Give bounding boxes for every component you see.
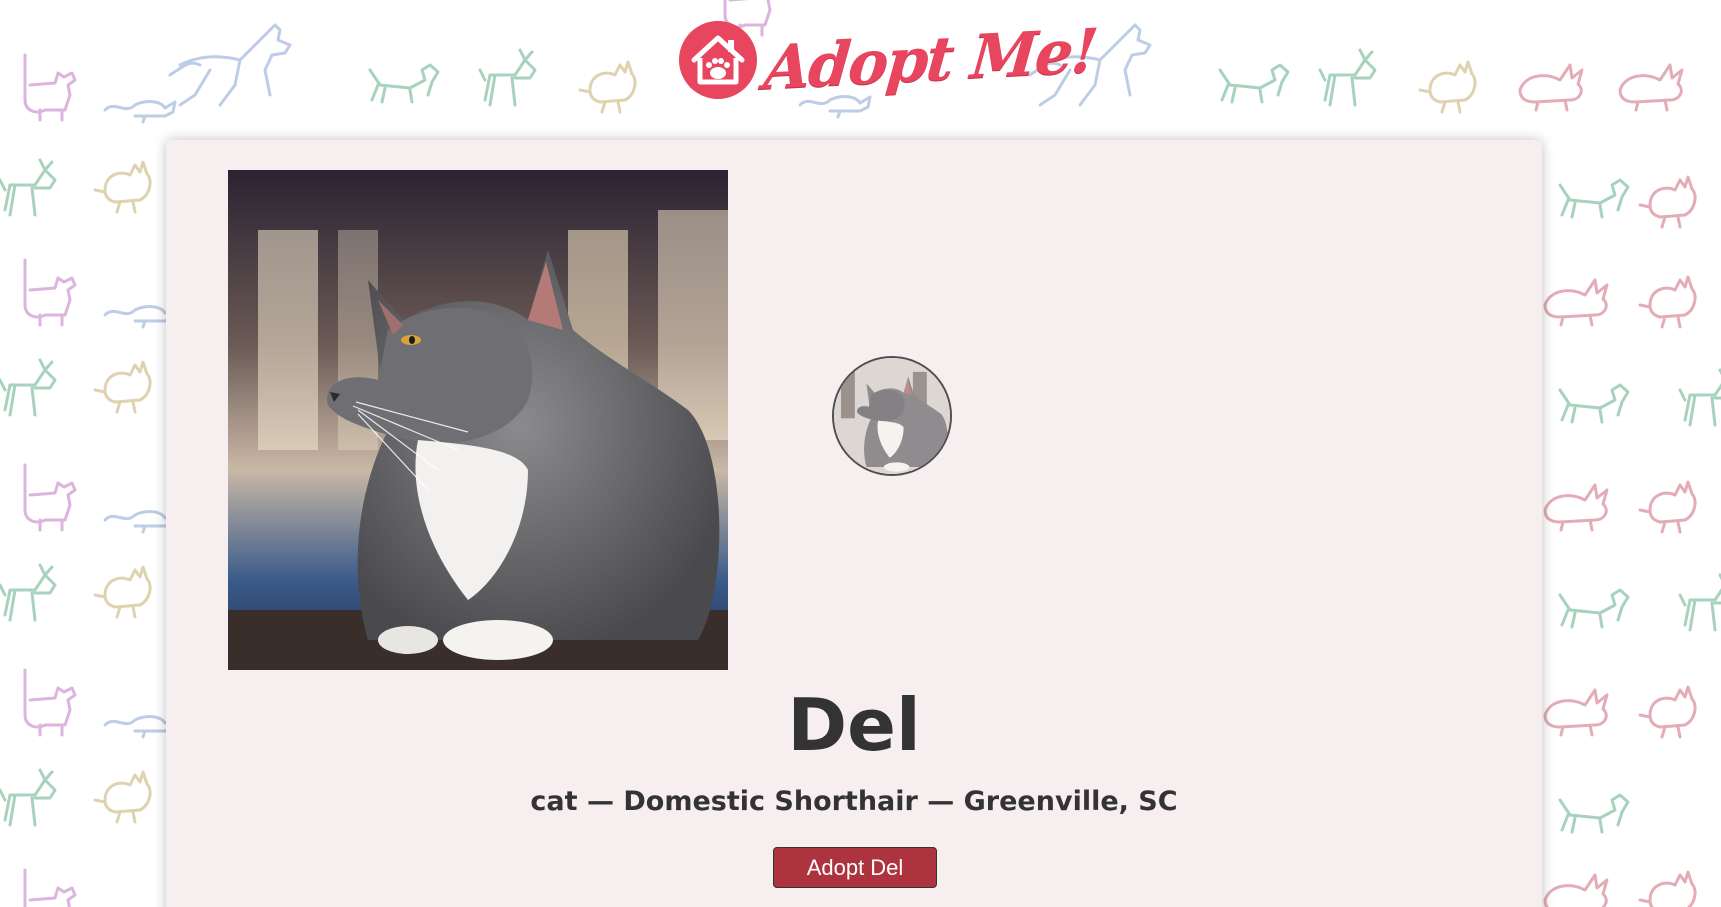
- logo-house-paw-icon: [679, 21, 757, 99]
- pet-name-heading: Del: [787, 683, 921, 767]
- logo-text: Adopt Me!: [761, 16, 1099, 104]
- home-logo-link[interactable]: Adopt Me!: [678, 16, 1099, 104]
- pet-hero-image: [228, 170, 728, 670]
- pet-details-card: Del cat — Domestic Shorthair — Greenvill…: [166, 140, 1542, 907]
- site-header: Adopt Me!: [0, 0, 1721, 130]
- adopt-button[interactable]: Adopt Del: [773, 847, 937, 888]
- pet-meta-line: cat — Domestic Shorthair — Greenville, S…: [530, 786, 1178, 817]
- pet-thumbnail[interactable]: [832, 356, 952, 476]
- pet-thumbnail-image: [834, 358, 950, 474]
- image-carousel: [228, 170, 1328, 670]
